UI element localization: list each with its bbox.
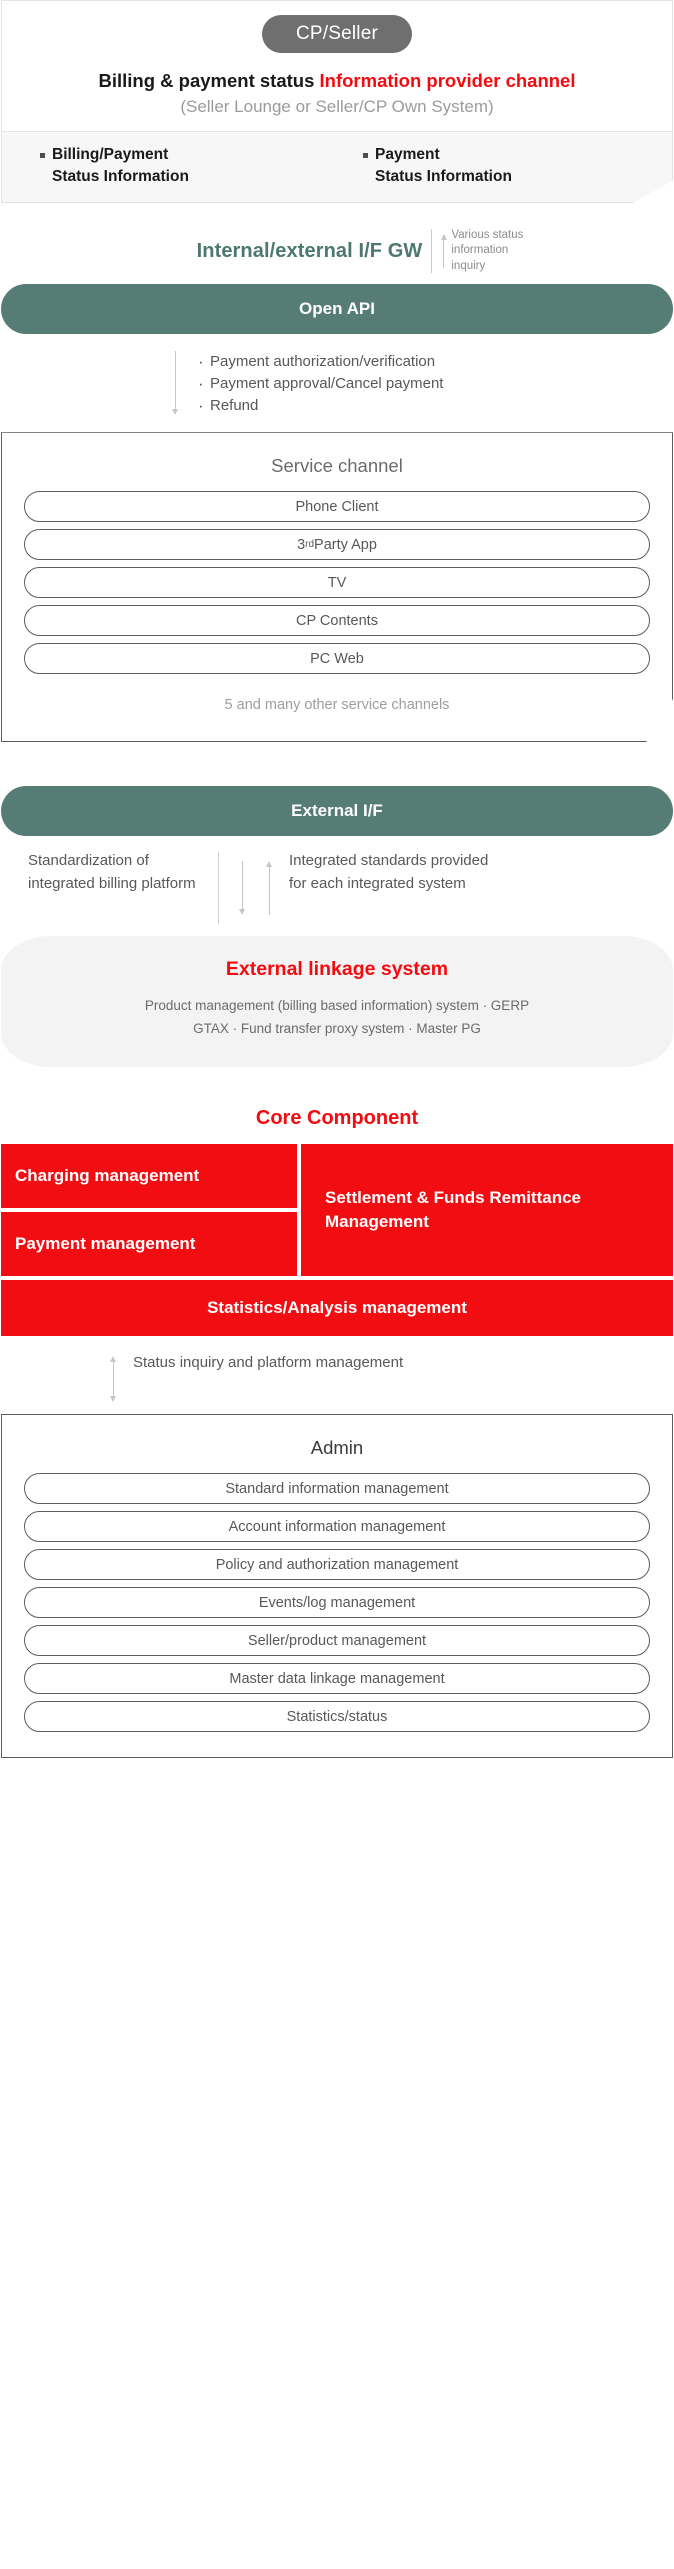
service-channel-box: Service channel Phone Client 3rd Party A… <box>1 432 673 743</box>
service-channel-item-phone-client[interactable]: Phone Client <box>24 491 650 523</box>
core-cell-settlement-funds-remittance[interactable]: Settlement & Funds Remittance Management <box>301 1144 673 1277</box>
core-component-grid: Charging management Payment management S… <box>1 1144 673 1277</box>
arrow-up-icon <box>439 234 448 269</box>
admin-item-seller-product-management[interactable]: Seller/product management <box>24 1625 650 1657</box>
open-api-bar: Open API <box>1 284 673 335</box>
status-column-payment: Payment Status Information <box>337 144 672 188</box>
core-component-left-column: Charging management Payment management <box>1 1144 297 1277</box>
operations-list-item: Payment approval/Cancel payment <box>197 372 443 396</box>
arrow-tip-down <box>110 1396 116 1403</box>
admin-item-master-data-linkage-management[interactable]: Master data linkage management <box>24 1663 650 1695</box>
admin-item-standard-information-management[interactable]: Standard information management <box>24 1473 650 1505</box>
operations-list-item: Refund <box>197 394 443 418</box>
operations-list-item: Payment authorization/verification <box>197 350 443 374</box>
admin-heading: Admin <box>310 1437 364 1459</box>
gateway-note-line-2: information <box>451 244 509 257</box>
status-line-1: Billing/Payment <box>52 146 169 164</box>
external-if-note-right: Integrated standards provided for each i… <box>289 852 489 892</box>
external-if-note-left: Standardization of integrated billing pl… <box>28 852 196 892</box>
status-column-billing-payment: Billing/Payment Status Information <box>2 144 337 188</box>
admin-note: Status inquiry and platform management <box>133 1354 404 1372</box>
bidirectional-arrow-icon <box>108 1356 119 1403</box>
cp-seller-pill: CP/Seller <box>261 15 413 53</box>
gateway-note-line-1: Various status <box>451 229 524 242</box>
service-channel-heading: Service channel <box>271 455 403 477</box>
arrow-down-icon <box>170 351 181 416</box>
status-line-1: Payment <box>375 146 440 164</box>
page-title-plain: Billing & payment status <box>98 70 320 91</box>
arrow-down-icon <box>237 861 248 916</box>
gateway-note-wrap: Various status information inquiry <box>431 228 523 274</box>
gateway-note: Various status information inquiry <box>451 228 523 274</box>
bidirectional-arrow-group <box>218 852 275 925</box>
service-channel-footer: 5 and many other service channels <box>224 697 450 714</box>
service-channel-item-pc-web[interactable]: PC Web <box>24 643 650 675</box>
square-bullet-icon <box>363 153 368 159</box>
gateway-note-line-3: inquiry <box>451 259 486 272</box>
admin-item-account-information-management[interactable]: Account information management <box>24 1511 650 1543</box>
service-channel-item-cp-contents[interactable]: CP Contents <box>24 605 650 637</box>
status-line-2: Status Information <box>375 168 512 186</box>
item-text-pre: 3 <box>297 536 306 553</box>
status-column-text: Payment Status Information <box>375 144 512 188</box>
gateway-title: Internal/external I/F GW <box>196 239 423 262</box>
admin-note-row: Status inquiry and platform management <box>0 1352 674 1403</box>
operations-row: Payment authorization/verification Payme… <box>0 350 674 418</box>
status-information-band: Billing/Payment Status Information Payme… <box>1 132 673 204</box>
cp-seller-card: CP/Seller Billing & payment status Infor… <box>1 0 673 133</box>
admin-item-statistics-status[interactable]: Statistics/status <box>24 1701 650 1733</box>
external-linkage-body: Product management (billing based inform… <box>25 995 649 1041</box>
core-cell-charging-management[interactable]: Charging management <box>1 1144 297 1209</box>
operations-list: Payment authorization/verification Payme… <box>197 350 443 418</box>
ordinal-suffix: rd <box>305 539 315 551</box>
page-subtitle: (Seller Lounge or Seller/CP Own System) <box>180 97 494 117</box>
external-linkage-title: External linkage system <box>225 958 449 981</box>
external-linkage-line-2: GTAX · Fund transfer proxy system · Mast… <box>193 1021 481 1037</box>
service-channel-item-3rd-party-app[interactable]: 3rd Party App <box>24 529 650 561</box>
gateway-title-row: Internal/external I/F GW Various status … <box>0 228 674 274</box>
square-bullet-icon <box>40 153 45 159</box>
arrow-tip-up <box>110 1356 116 1363</box>
external-linkage-system-box: External linkage system Product manageme… <box>1 936 673 1068</box>
status-column-text: Billing/Payment Status Information <box>52 144 189 188</box>
service-channel-item-tv[interactable]: TV <box>24 567 650 599</box>
external-if-notes: Standardization of integrated billing pl… <box>0 850 674 925</box>
external-if-bar: External I/F <box>1 786 673 837</box>
status-line-2: Status Information <box>52 168 189 186</box>
page-title: Billing & payment status Information pro… <box>2 69 672 93</box>
admin-item-policy-and-authorization-management[interactable]: Policy and authorization management <box>24 1549 650 1581</box>
core-cell-statistics-analysis-management[interactable]: Statistics/Analysis management <box>1 1280 673 1337</box>
external-linkage-line-1: Product management (billing based inform… <box>144 998 530 1014</box>
core-cell-payment-management[interactable]: Payment management <box>1 1212 297 1277</box>
item-text-post: Party App <box>314 536 377 553</box>
admin-box: Admin Standard information management Ac… <box>1 1414 673 1759</box>
admin-item-events-log-management[interactable]: Events/log management <box>24 1587 650 1619</box>
core-component-title: Core Component <box>255 1107 419 1130</box>
arrow-up-icon <box>264 861 275 916</box>
page-title-accent: Information provider channel <box>319 70 576 91</box>
